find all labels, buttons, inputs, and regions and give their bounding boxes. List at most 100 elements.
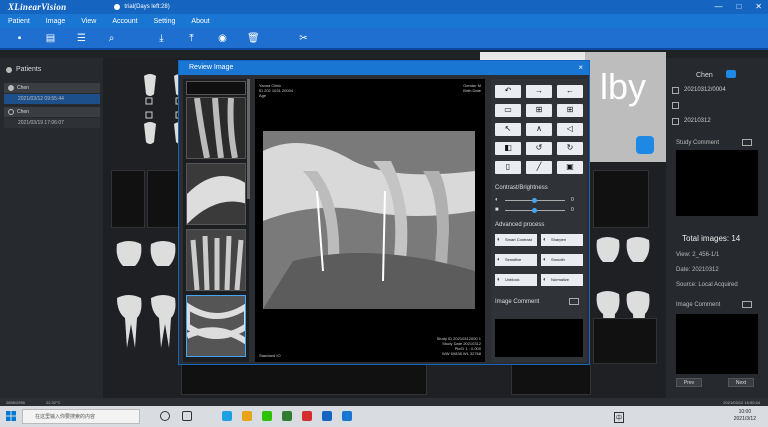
brightness-value: 0 xyxy=(571,207,574,213)
grid-3x3-icon[interactable]: ⊞ xyxy=(557,104,583,117)
task-view-icon[interactable] xyxy=(182,411,192,421)
wechat-icon[interactable] xyxy=(262,411,272,421)
dialog-close-button[interactable]: × xyxy=(578,63,583,72)
line-icon[interactable]: ╱ xyxy=(526,161,552,174)
thumbnail-scrollbar[interactable] xyxy=(247,79,250,199)
menu-bar: Patient Image View Account Setting About xyxy=(0,14,768,28)
patient-study-date[interactable]: 2021/03/19 17:06:07 xyxy=(4,118,100,128)
toolbar: ▪ ▤ ☰ ⌕ ⤓ ⤒ ◉ 🗑 ✂ xyxy=(0,28,768,50)
dialog-thumbnail-selected[interactable] xyxy=(186,295,246,357)
menu-account[interactable]: Account xyxy=(112,18,137,25)
ime-language[interactable]: 中 xyxy=(614,412,625,423)
save-icon[interactable]: ▣ xyxy=(557,161,583,174)
file-explorer-icon[interactable] xyxy=(242,411,252,421)
list-icon[interactable]: ☰ xyxy=(76,33,87,44)
edit-comment-icon[interactable] xyxy=(569,298,579,305)
undo-icon[interactable]: ↶ xyxy=(495,85,521,98)
edit-image-comment-icon[interactable] xyxy=(742,301,752,308)
patient-name: Chen xyxy=(17,85,29,91)
prev-button[interactable]: Prev xyxy=(676,378,702,387)
import-icon[interactable]: ⤓ xyxy=(156,33,167,44)
arrow-right-icon[interactable]: → xyxy=(526,85,552,98)
dialog-thumbnail[interactable] xyxy=(186,97,246,159)
contrast-value: 0 xyxy=(571,197,574,203)
menu-view[interactable]: View xyxy=(81,18,96,25)
cortana-icon[interactable] xyxy=(160,411,170,421)
dialog-thumbnail[interactable] xyxy=(186,229,246,291)
cursor-icon[interactable]: ↖ xyxy=(495,123,521,136)
taskbar-search-input[interactable]: 在这里输入你要搜索的内容 xyxy=(22,409,140,424)
menu-setting[interactable]: Setting xyxy=(154,18,176,25)
document-icon[interactable]: ▤ xyxy=(45,33,56,44)
measure-icon[interactable]: ▯ xyxy=(495,161,521,174)
smooth-button[interactable]: Smooth xyxy=(541,254,583,266)
study-comment-box[interactable] xyxy=(676,150,758,216)
xray-thumbnail[interactable] xyxy=(111,170,145,228)
xray-thumbnail[interactable] xyxy=(593,318,657,364)
invert-icon[interactable]: ◧ xyxy=(495,142,521,155)
edit-patient-icon[interactable] xyxy=(726,70,736,78)
app-red-icon[interactable] xyxy=(302,411,312,421)
menu-about[interactable]: About xyxy=(191,18,209,25)
smart-contrast-button[interactable]: Smart Contrast xyxy=(495,234,537,246)
single-view-icon[interactable]: ▭ xyxy=(495,104,521,117)
menu-image[interactable]: Image xyxy=(46,18,65,25)
export-icon[interactable]: ⤒ xyxy=(186,33,197,44)
dialog-title: Review Image xyxy=(189,64,234,71)
arrow-left-icon[interactable]: ← xyxy=(557,85,583,98)
next-button[interactable]: Next xyxy=(728,378,754,387)
sharpen-button[interactable]: Sharpen xyxy=(541,234,583,246)
image-comment-box[interactable] xyxy=(676,314,758,374)
maximize-button[interactable]: □ xyxy=(736,2,741,11)
normalize-button[interactable]: Normalize xyxy=(541,274,583,286)
taskbar-clock[interactable]: 10:00 2021/3/12 xyxy=(734,409,756,423)
minimize-button[interactable]: — xyxy=(714,2,722,11)
user-icon[interactable] xyxy=(114,4,121,10)
xray-viewer[interactable]: Yanna Clinic ID 202 1031 20004 Age Gender … xyxy=(255,79,485,362)
brightness-slider-knob[interactable] xyxy=(532,208,537,213)
rotate-right-icon[interactable]: ↻ xyxy=(557,142,583,155)
sensitive-button[interactable]: Sensitive xyxy=(495,254,537,266)
edit-comment-icon[interactable] xyxy=(742,139,752,146)
rotate-left-icon[interactable]: ↺ xyxy=(526,142,552,155)
menu-patient[interactable]: Patient xyxy=(8,18,30,25)
app-green-icon[interactable] xyxy=(282,411,292,421)
unblock-button[interactable]: Unblock xyxy=(495,274,537,286)
search-icon[interactable]: ⌕ xyxy=(106,33,117,44)
dialog-image-comment-box[interactable] xyxy=(495,319,583,357)
eye-icon[interactable]: ◉ xyxy=(217,33,228,44)
tools-icon[interactable]: ✂ xyxy=(298,33,309,44)
review-image-dialog: Review Image × Yanna Clinic ID 202 1031 2… xyxy=(178,60,590,365)
dialog-thumbnail-strip xyxy=(183,79,250,362)
xray-thumbnail[interactable] xyxy=(147,170,179,228)
edge-icon[interactable] xyxy=(222,411,232,421)
flip-icon[interactable]: ◁ xyxy=(557,123,583,136)
xlinearvision-taskbar-icon[interactable] xyxy=(322,411,332,421)
angle-icon[interactable]: ∧ xyxy=(526,123,552,136)
xray-thumbnail[interactable] xyxy=(593,170,649,228)
shield-icon[interactable] xyxy=(636,136,654,154)
delete-icon[interactable]: 🗑 xyxy=(247,33,260,44)
dialog-title-bar[interactable]: Review Image × xyxy=(179,61,589,75)
app-blue-icon[interactable] xyxy=(342,411,352,421)
windows-start-icon[interactable] xyxy=(6,411,16,421)
patient-study-date[interactable]: 2021/03/12 09:55:44 xyxy=(4,94,100,104)
close-window-button[interactable]: ✕ xyxy=(755,2,762,11)
dialog-thumbnail[interactable] xyxy=(186,81,246,95)
patients-radio[interactable] xyxy=(6,66,12,73)
dialog-thumbnail[interactable] xyxy=(186,163,246,225)
contrast-slider-knob[interactable] xyxy=(532,198,537,203)
xray-thumbnail[interactable] xyxy=(511,363,591,395)
patient-row[interactable]: Chen xyxy=(4,83,100,93)
grid-2x2-icon[interactable]: ⊞ xyxy=(526,104,552,117)
patient-row[interactable]: Chen xyxy=(4,107,100,117)
tooth-template-bottom[interactable] xyxy=(111,238,181,368)
image-comment-title: Image Comment xyxy=(495,299,540,305)
patient-radio[interactable] xyxy=(8,85,14,91)
new-patient-icon[interactable]: ▪ xyxy=(14,33,25,44)
xray-image[interactable] xyxy=(263,131,475,309)
patient-radio[interactable] xyxy=(8,109,14,115)
clock-date: 2021/3/12 xyxy=(733,416,756,422)
id-card-icon xyxy=(672,87,679,94)
xray-strip-bottom[interactable] xyxy=(181,363,427,395)
